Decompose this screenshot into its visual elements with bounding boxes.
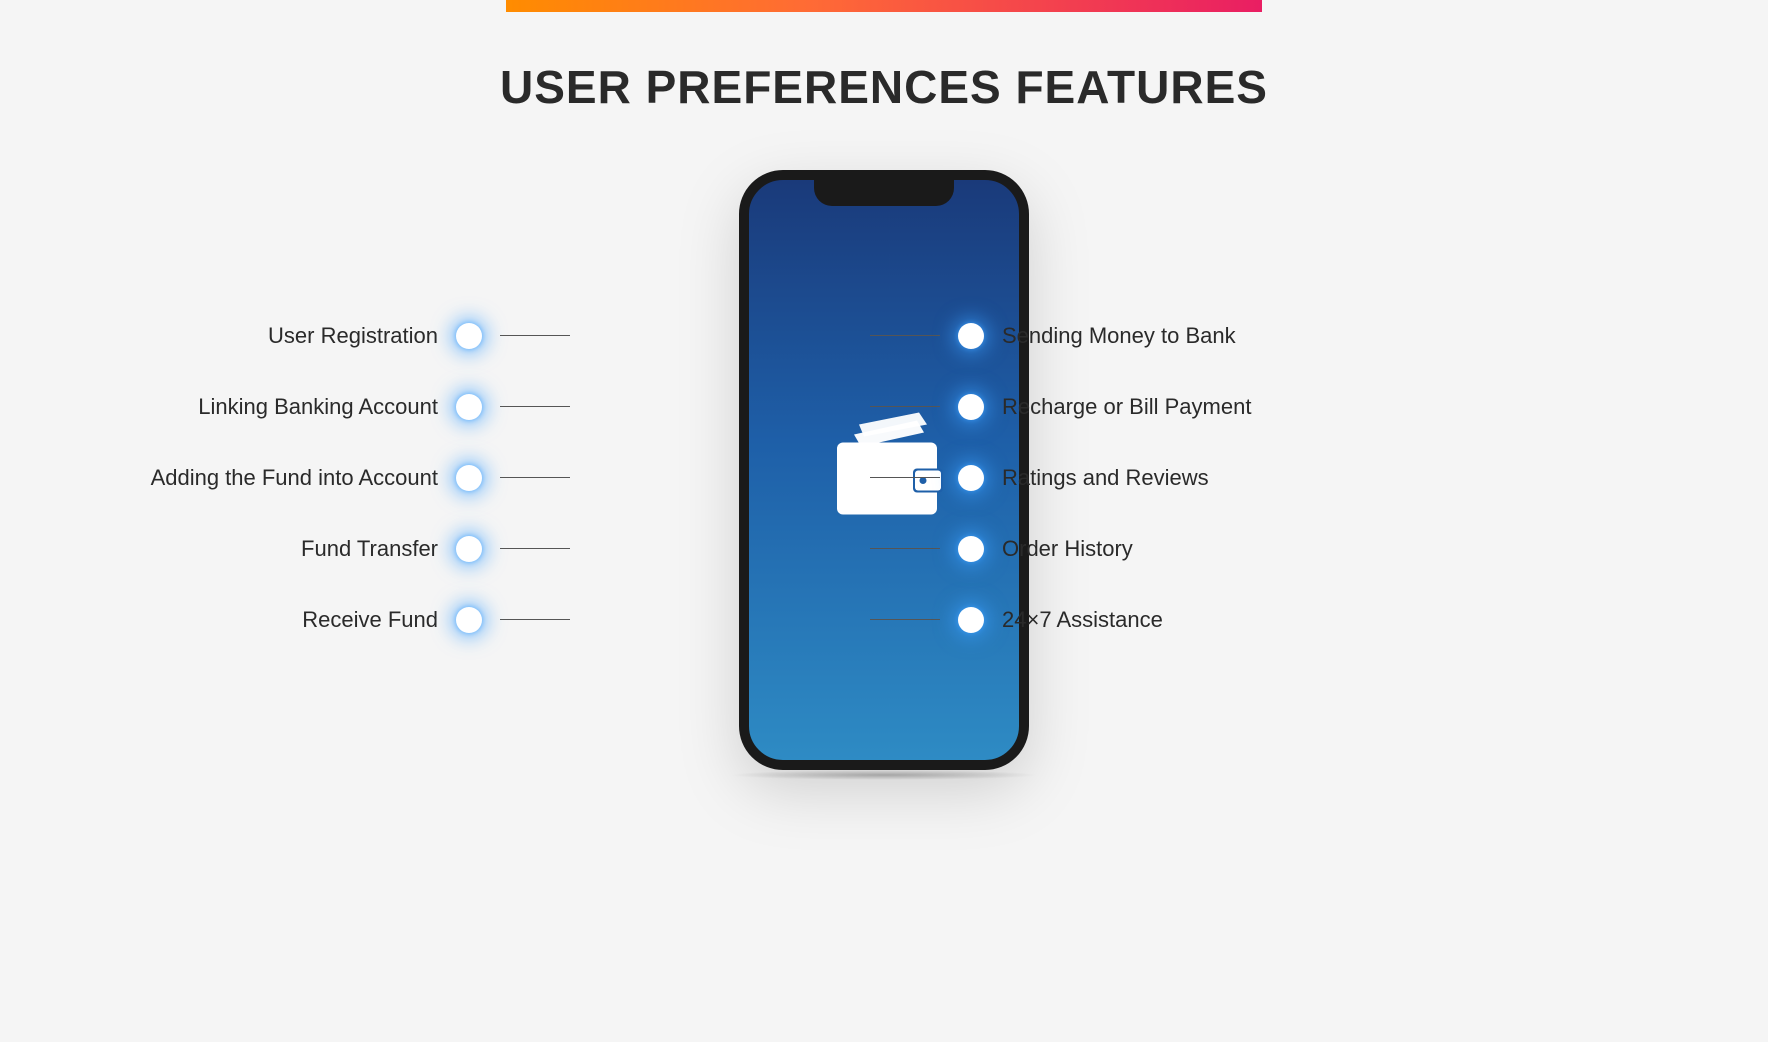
bullet-dot-icon [958,323,984,349]
feature-item: 24×7 Assistance [870,584,1440,655]
bullet-dot-icon [456,323,482,349]
connector-line [870,406,940,407]
connector-line [870,335,940,336]
connector-line [500,619,570,620]
connector-line [870,619,940,620]
feature-label: User Registration [268,323,438,349]
bullet-dot-icon [456,607,482,633]
feature-label: Adding the Fund into Account [151,465,438,491]
bullet-dot-icon [456,536,482,562]
bullet-dot-icon [958,394,984,420]
feature-item: Linking Banking Account [0,371,570,442]
feature-label: Receive Fund [302,607,438,633]
feature-item: Receive Fund [0,584,570,655]
feature-item: User Registration [0,300,570,371]
bullet-dot-icon [958,607,984,633]
feature-label: Order History [1002,536,1133,562]
feature-item: Fund Transfer [0,513,570,584]
feature-item: Order History [870,513,1440,584]
top-gradient-bar [506,0,1262,12]
feature-item: Ratings and Reviews [870,442,1440,513]
feature-item: Recharge or Bill Payment [870,371,1440,442]
left-feature-list: User Registration Linking Banking Accoun… [0,300,570,655]
bullet-dot-icon [958,536,984,562]
connector-line [500,477,570,478]
feature-label: Recharge or Bill Payment [1002,394,1251,420]
phone-notch [814,180,954,206]
connector-line [500,335,570,336]
feature-label: Sending Money to Bank [1002,323,1236,349]
feature-label: Ratings and Reviews [1002,465,1209,491]
right-feature-list: Sending Money to Bank Recharge or Bill P… [870,300,1440,655]
page-title: USER PREFERENCES FEATURES [0,60,1768,114]
connector-line [870,548,940,549]
connector-line [500,548,570,549]
feature-item: Adding the Fund into Account [0,442,570,513]
feature-label: 24×7 Assistance [1002,607,1163,633]
connector-line [870,477,940,478]
feature-label: Fund Transfer [301,536,438,562]
feature-label: Linking Banking Account [198,394,438,420]
bullet-dot-icon [456,394,482,420]
phone-shadow [729,770,1039,780]
connector-line [500,406,570,407]
feature-item: Sending Money to Bank [870,300,1440,371]
bullet-dot-icon [958,465,984,491]
bullet-dot-icon [456,465,482,491]
